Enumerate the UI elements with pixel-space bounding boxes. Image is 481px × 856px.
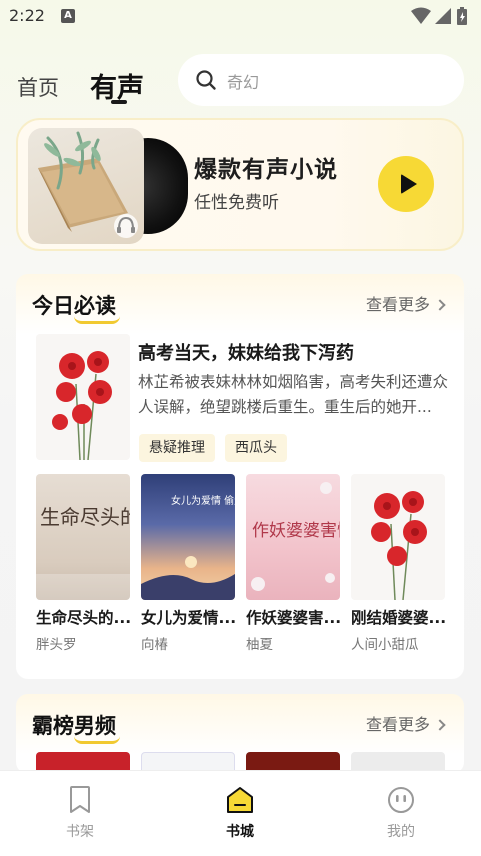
book-cover: 女儿为爱情 偷走我的救命钱	[141, 474, 235, 600]
book-author: 人间小甜瓜	[351, 637, 419, 653]
chevron-right-icon	[434, 719, 446, 731]
play-icon	[401, 174, 417, 194]
battery-icon	[457, 7, 467, 25]
cover-art-text: 作妖婆婆害惨全家	[252, 521, 340, 541]
view-more-label: 查看更多	[365, 715, 430, 734]
featured-book-cover[interactable]	[36, 334, 130, 460]
nav-mine[interactable]: 我的	[361, 785, 441, 841]
audio-novel-banner[interactable]: 爆款有声小说 任性免费听	[16, 118, 464, 251]
nav-label: 我的	[387, 824, 415, 840]
book-cover: 生命尽头的爱人	[36, 474, 130, 600]
nav-bookshelf[interactable]: 书架	[40, 785, 120, 841]
tag-author[interactable]: 西瓜头	[225, 434, 287, 462]
book-author: 胖头罗	[36, 637, 77, 653]
banner-subtitle: 任性免费听	[194, 193, 279, 213]
book-item[interactable]: 作妖婆婆害惨全家 作妖婆婆害... 柚夏	[246, 474, 342, 653]
title-underline-decoration	[74, 316, 120, 324]
today-must-read-section: 今日必读 查看更多 高考当天，妹妹给我下泻药 林芷希被表妹林林如烟陷害，高考失利…	[16, 274, 464, 679]
bottom-navigation: 书架 书城 我的	[0, 770, 481, 856]
book-cover: 作妖婆婆害惨全家	[246, 474, 340, 600]
male-ranking-section: 霸榜男频 查看更多	[16, 694, 464, 774]
cover-art-text: 女儿为爱情 偷走我的救命钱	[171, 494, 235, 507]
bookmark-icon	[70, 786, 90, 813]
view-more-link[interactable]: 查看更多	[365, 291, 446, 315]
store-icon	[227, 787, 253, 813]
nav-label: 书架	[66, 824, 94, 840]
status-icons	[411, 7, 467, 25]
featured-book-description: 林芷希被表妹林林如烟陷害，高考失利还遭众人误解，绝望跳楼后重生。重生后的她开..…	[138, 373, 448, 416]
book-title: 刚结婚婆婆...	[351, 609, 447, 627]
book-author: 柚夏	[246, 637, 273, 653]
search-input[interactable]: 奇幻	[178, 54, 464, 106]
signal-icon	[435, 8, 451, 24]
banner-cover-image	[28, 128, 144, 244]
book-title: 女儿为爱情...	[141, 609, 237, 627]
search-icon	[196, 70, 216, 90]
cover-art-text: 生命尽头的爱人	[40, 505, 130, 529]
title-underline-decoration	[74, 736, 120, 744]
book-title: 作妖婆婆害...	[246, 609, 342, 627]
view-more-label: 查看更多	[365, 295, 430, 314]
banner-title: 爆款有声小说	[194, 157, 338, 183]
book-author: 向椿	[141, 637, 168, 653]
nav-bookstore[interactable]: 书城	[200, 785, 280, 841]
tab-home[interactable]: 首页	[17, 72, 59, 102]
face-icon	[388, 787, 414, 813]
play-button[interactable]	[378, 156, 434, 212]
book-item[interactable]: 生命尽头的爱人 生命尽头的... 胖头罗	[36, 474, 132, 653]
book-cover	[351, 474, 445, 600]
chevron-right-icon	[434, 299, 446, 311]
nav-label: 书城	[226, 824, 254, 840]
status-time: 2:22	[9, 6, 45, 25]
book-title: 生命尽头的...	[36, 609, 132, 627]
active-tab-indicator	[111, 100, 127, 104]
search-placeholder: 奇幻	[227, 73, 260, 92]
featured-book-title[interactable]: 高考当天，妹妹给我下泻药	[138, 339, 354, 365]
notification-icon: A	[61, 9, 75, 23]
book-item[interactable]: 女儿为爱情 偷走我的救命钱 女儿为爱情... 向椿	[141, 474, 237, 653]
status-bar: 2:22 A	[0, 0, 481, 34]
wifi-icon	[411, 7, 431, 24]
book-item[interactable]: 刚结婚婆婆... 人间小甜瓜	[351, 474, 447, 653]
view-more-link[interactable]: 查看更多	[365, 711, 446, 735]
tag-genre[interactable]: 悬疑推理	[139, 434, 215, 462]
